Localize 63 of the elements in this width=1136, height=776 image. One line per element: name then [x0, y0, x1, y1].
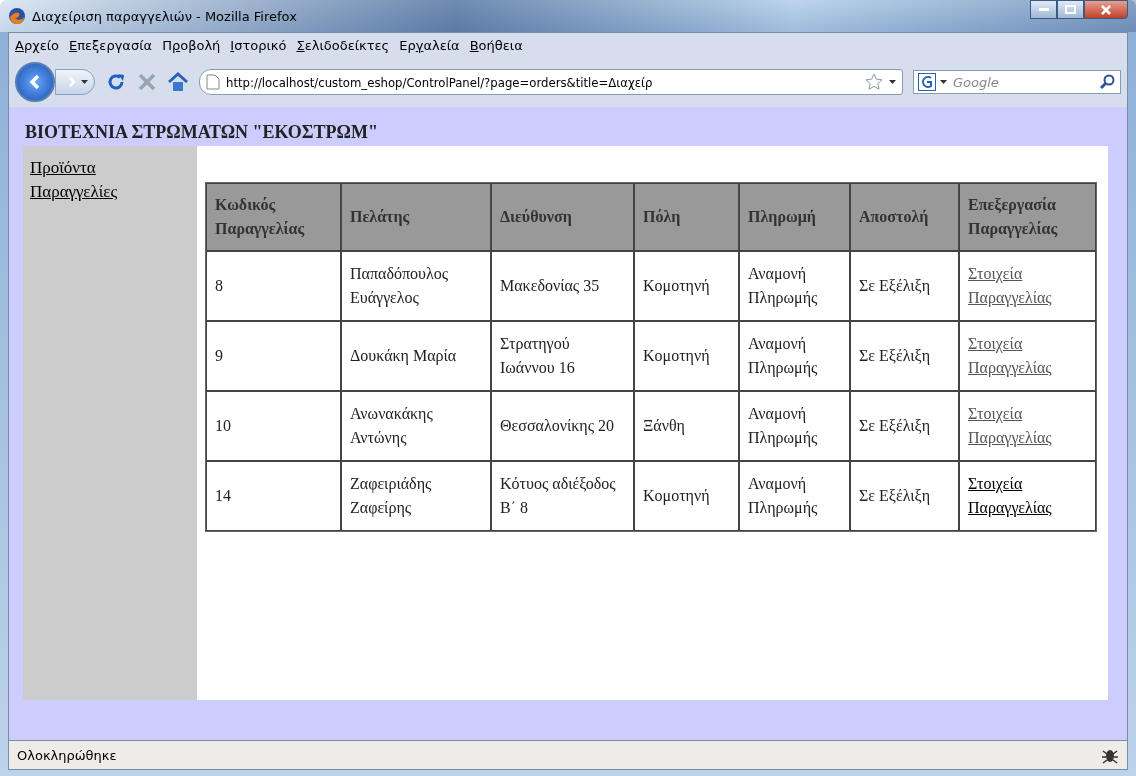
- table-cell: Παπαδόπουλος Ευάγγελος: [341, 251, 491, 321]
- column-header: Διεύθυνση: [491, 183, 634, 251]
- window-title: Διαχείριση παραγγελιών - Mozilla Firefox: [32, 8, 298, 24]
- google-icon[interactable]: [918, 73, 936, 91]
- table-cell: Ζαφειριάδης Ζαφείρης: [341, 461, 491, 531]
- menu-item[interactable]: Ιστορικό: [230, 37, 287, 53]
- maximize-icon: [1065, 5, 1076, 14]
- back-button[interactable]: [15, 62, 55, 102]
- table-cell: Κομοτηνή: [634, 461, 739, 531]
- column-header: Πόλη: [634, 183, 739, 251]
- search-field[interactable]: Google: [913, 70, 1121, 94]
- table-cell: Δουκάκη Μαρία: [341, 321, 491, 391]
- dropdown-icon[interactable]: [940, 80, 947, 84]
- table-cell: 8: [206, 251, 341, 321]
- site-heading: ΒΙΟΤΕΧΝΙΑ ΣΤΡΩΜΑΤΩΝ "ΕΚΟΣΤΡΩΜ": [25, 121, 379, 143]
- menu-item[interactable]: Αρχείο: [15, 37, 60, 53]
- table-cell: Αναμονή Πληρωμής: [739, 251, 850, 321]
- dropdown-icon[interactable]: [889, 80, 896, 84]
- table-cell: Σε Εξέλιξη: [850, 251, 959, 321]
- table-cell: Ξάνθη: [634, 391, 739, 461]
- minimize-icon: [1038, 7, 1049, 12]
- close-icon: [1100, 4, 1112, 15]
- table-cell: 10: [206, 391, 341, 461]
- menu-item[interactable]: Προβολή: [162, 37, 221, 53]
- table-cell: Θεσσαλονίκης 20: [491, 391, 634, 461]
- maximize-button[interactable]: [1057, 0, 1084, 19]
- url-input[interactable]: http://localhost/custom_eshop/ControlPanel/?page=orders&title=Διαχείρ: [226, 74, 859, 90]
- column-header: Επεξεργασία Παραγγελίας: [959, 183, 1096, 251]
- column-header: Πελάτης: [341, 183, 491, 251]
- table-cell: 9: [206, 321, 341, 391]
- status-text: Ολοκληρώθηκε: [17, 747, 118, 763]
- table-cell: Κομοτηνή: [634, 321, 739, 391]
- sidebar-link[interactable]: Προϊόντα: [30, 156, 96, 180]
- table-cell: Κομοτηνή: [634, 251, 739, 321]
- firefox-logo-icon: [8, 7, 26, 25]
- table-cell: Σε Εξέλιξη: [850, 461, 959, 531]
- table-cell: 14: [206, 461, 341, 531]
- table-cell: Μακεδονίας 35: [491, 251, 634, 321]
- column-header: Κωδικός Παραγγελίας: [206, 183, 341, 251]
- table-cell: Σε Εξέλιξη: [850, 391, 959, 461]
- search-icon[interactable]: [1100, 74, 1116, 90]
- table-cell: Κότυος αδιέξοδος Β΄ 8: [491, 461, 634, 531]
- table-cell: Σε Εξέλιξη: [850, 321, 959, 391]
- menu-item[interactable]: Επεξεργασία: [69, 37, 153, 53]
- table-cell: Αναμονή Πληρωμής: [739, 391, 850, 461]
- minimize-button[interactable]: [1030, 0, 1057, 19]
- menu-item[interactable]: Εργαλεία: [399, 37, 460, 53]
- menu-item[interactable]: Βοήθεια: [469, 37, 523, 53]
- forward-button[interactable]: [55, 69, 95, 95]
- close-button[interactable]: [1084, 0, 1128, 19]
- table-cell: Αναμονή Πληρωμής: [739, 461, 850, 531]
- address-bar[interactable]: http://localhost/custom_eshop/ControlPanel/?page=orders&title=Διαχείρ: [199, 69, 903, 95]
- sidebar-link[interactable]: Παραγγελίες: [30, 180, 118, 204]
- column-header: Πληρωμή: [739, 183, 850, 251]
- home-button[interactable]: [167, 72, 189, 92]
- star-icon[interactable]: [865, 73, 883, 91]
- table-cell: Αναμονή Πληρωμής: [739, 321, 850, 391]
- column-header: Αποστολή: [850, 183, 959, 251]
- menu-item[interactable]: Σελιδοδείκτες: [296, 37, 390, 53]
- dropdown-icon: [81, 80, 88, 84]
- page-icon: [206, 74, 220, 90]
- table-cell: Ανωνακάκης Αντώνης: [341, 391, 491, 461]
- table-cell: Στρατηγού Ιωάννου 16: [491, 321, 634, 391]
